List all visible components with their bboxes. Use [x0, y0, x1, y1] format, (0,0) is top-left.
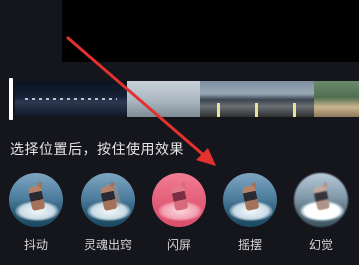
- mountain-road-frame: [238, 81, 276, 117]
- night-city-frame: [15, 81, 127, 117]
- effect-swing[interactable]: 摇摆: [217, 173, 283, 261]
- effects-row: 抖动 灵魂出窍 闪屏 摇摆 幻觉: [0, 173, 359, 265]
- playhead-cursor[interactable]: [9, 78, 13, 120]
- effect-hint-text: 选择位置后，按住使用效果: [10, 142, 184, 158]
- effect-flash[interactable]: 闪屏: [146, 173, 212, 261]
- video-preview: [62, 0, 359, 62]
- surfer-figure: [312, 184, 331, 212]
- mountain-road-frame: [200, 81, 238, 117]
- trees-frame: [314, 81, 359, 117]
- surfer-thumbnail: [223, 173, 277, 227]
- effect-soul-out[interactable]: 灵魂出窍: [75, 173, 141, 261]
- effect-shake[interactable]: 抖动: [3, 173, 69, 261]
- effect-label: 抖动: [23, 238, 48, 252]
- surfer-thumbnail: [81, 173, 135, 227]
- effect-label: 摇摆: [237, 238, 262, 252]
- surfer-figure: [170, 184, 189, 212]
- frame-strip[interactable]: [15, 81, 359, 117]
- surfer-thumbnail: [294, 173, 348, 227]
- effect-label: 幻觉: [308, 238, 333, 252]
- surfer-figure: [241, 184, 260, 212]
- surfer-thumbnail-pink: [152, 173, 206, 227]
- effect-label: 闪屏: [166, 238, 191, 252]
- effect-illusion[interactable]: 幻觉: [288, 173, 354, 261]
- surfer-figure: [27, 184, 46, 212]
- surfer-thumbnail: [9, 173, 63, 227]
- mountain-road-frame: [276, 81, 314, 117]
- effect-label: 灵魂出窍: [83, 238, 132, 252]
- video-timeline[interactable]: [0, 78, 359, 120]
- surfer-frame: [127, 81, 200, 117]
